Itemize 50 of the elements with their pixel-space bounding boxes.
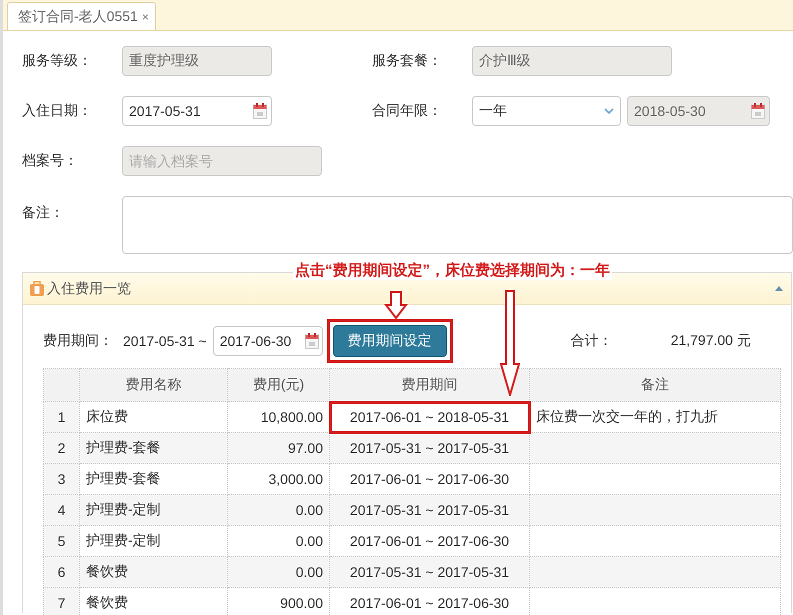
calendar-icon[interactable] — [304, 333, 319, 349]
period-label: 费用期间： — [43, 332, 114, 350]
field-label: 合同年限： — [372, 102, 443, 120]
service-package-field: 介护Ⅲ级 — [472, 46, 672, 76]
field-label: 入住日期： — [22, 102, 93, 120]
table-cell: 餐饮费 — [80, 556, 228, 588]
field-label: 服务套餐： — [372, 52, 443, 70]
table-cell: 2017-05-31 ~ 2017-05-31 — [330, 432, 530, 464]
table-cell: 护理费-定制 — [80, 494, 228, 526]
row-number: 7 — [44, 588, 80, 615]
row-number: 4 — [44, 494, 80, 526]
table-cell: 0.00 — [228, 556, 330, 588]
service-level-field: 重度护理级 — [122, 46, 272, 76]
period-start: 2017-05-31 ~ — [123, 333, 207, 349]
total-label: 合计： — [570, 332, 614, 350]
row-number: 1 — [44, 402, 80, 432]
column-header: 费用名称 — [80, 368, 228, 402]
calendar-icon[interactable] — [751, 103, 765, 119]
row-number: 6 — [44, 556, 80, 588]
table-cell: 97.00 — [228, 432, 330, 464]
contract-tab[interactable]: 签订合同-老人0551 × — [7, 2, 156, 30]
column-header: 费用期间 — [330, 368, 530, 402]
column-header — [44, 368, 80, 402]
table-cell: 护理费-套餐 — [80, 432, 228, 464]
close-icon[interactable]: × — [142, 10, 149, 24]
end-date-field: 2018-05-30 — [627, 96, 770, 126]
field-label: 备注： — [22, 203, 65, 222]
field-label: 档案号： — [22, 152, 79, 170]
table-cell: 2017-05-31 ~ 2017-05-31 — [330, 494, 530, 526]
period-end-field[interactable]: 2017-06-30 — [212, 326, 323, 356]
set-period-button[interactable]: 费用期间设定 — [332, 325, 447, 357]
remarks-field[interactable] — [122, 196, 793, 254]
annotation-text: 点击“费用期间设定”，床位费选择期间为：一年 — [293, 261, 612, 280]
table-cell: 0.00 — [228, 494, 330, 526]
chevron-down-icon — [604, 108, 614, 114]
term-select[interactable]: 一年 — [472, 96, 621, 126]
collapse-icon[interactable] — [775, 286, 783, 291]
wallet-icon — [29, 280, 45, 296]
field-label: 服务等级： — [22, 52, 93, 70]
row-number: 3 — [44, 464, 80, 494]
column-header: 备注 — [530, 368, 780, 402]
column-header: 费用(元) — [228, 368, 330, 402]
row-number: 2 — [44, 432, 80, 464]
table-cell: 2017-05-31 ~ 2017-05-31 — [330, 556, 530, 588]
row-number: 5 — [44, 526, 80, 556]
date-field[interactable]: 2017-05-31 — [122, 96, 272, 126]
total-value: 21,797.00 元 — [670, 332, 751, 350]
calendar-icon[interactable] — [253, 103, 267, 119]
table-cell: 2017-06-01 ~ 2018-05-31 — [330, 402, 530, 432]
panel-title: 入住费用一览 — [47, 280, 132, 298]
